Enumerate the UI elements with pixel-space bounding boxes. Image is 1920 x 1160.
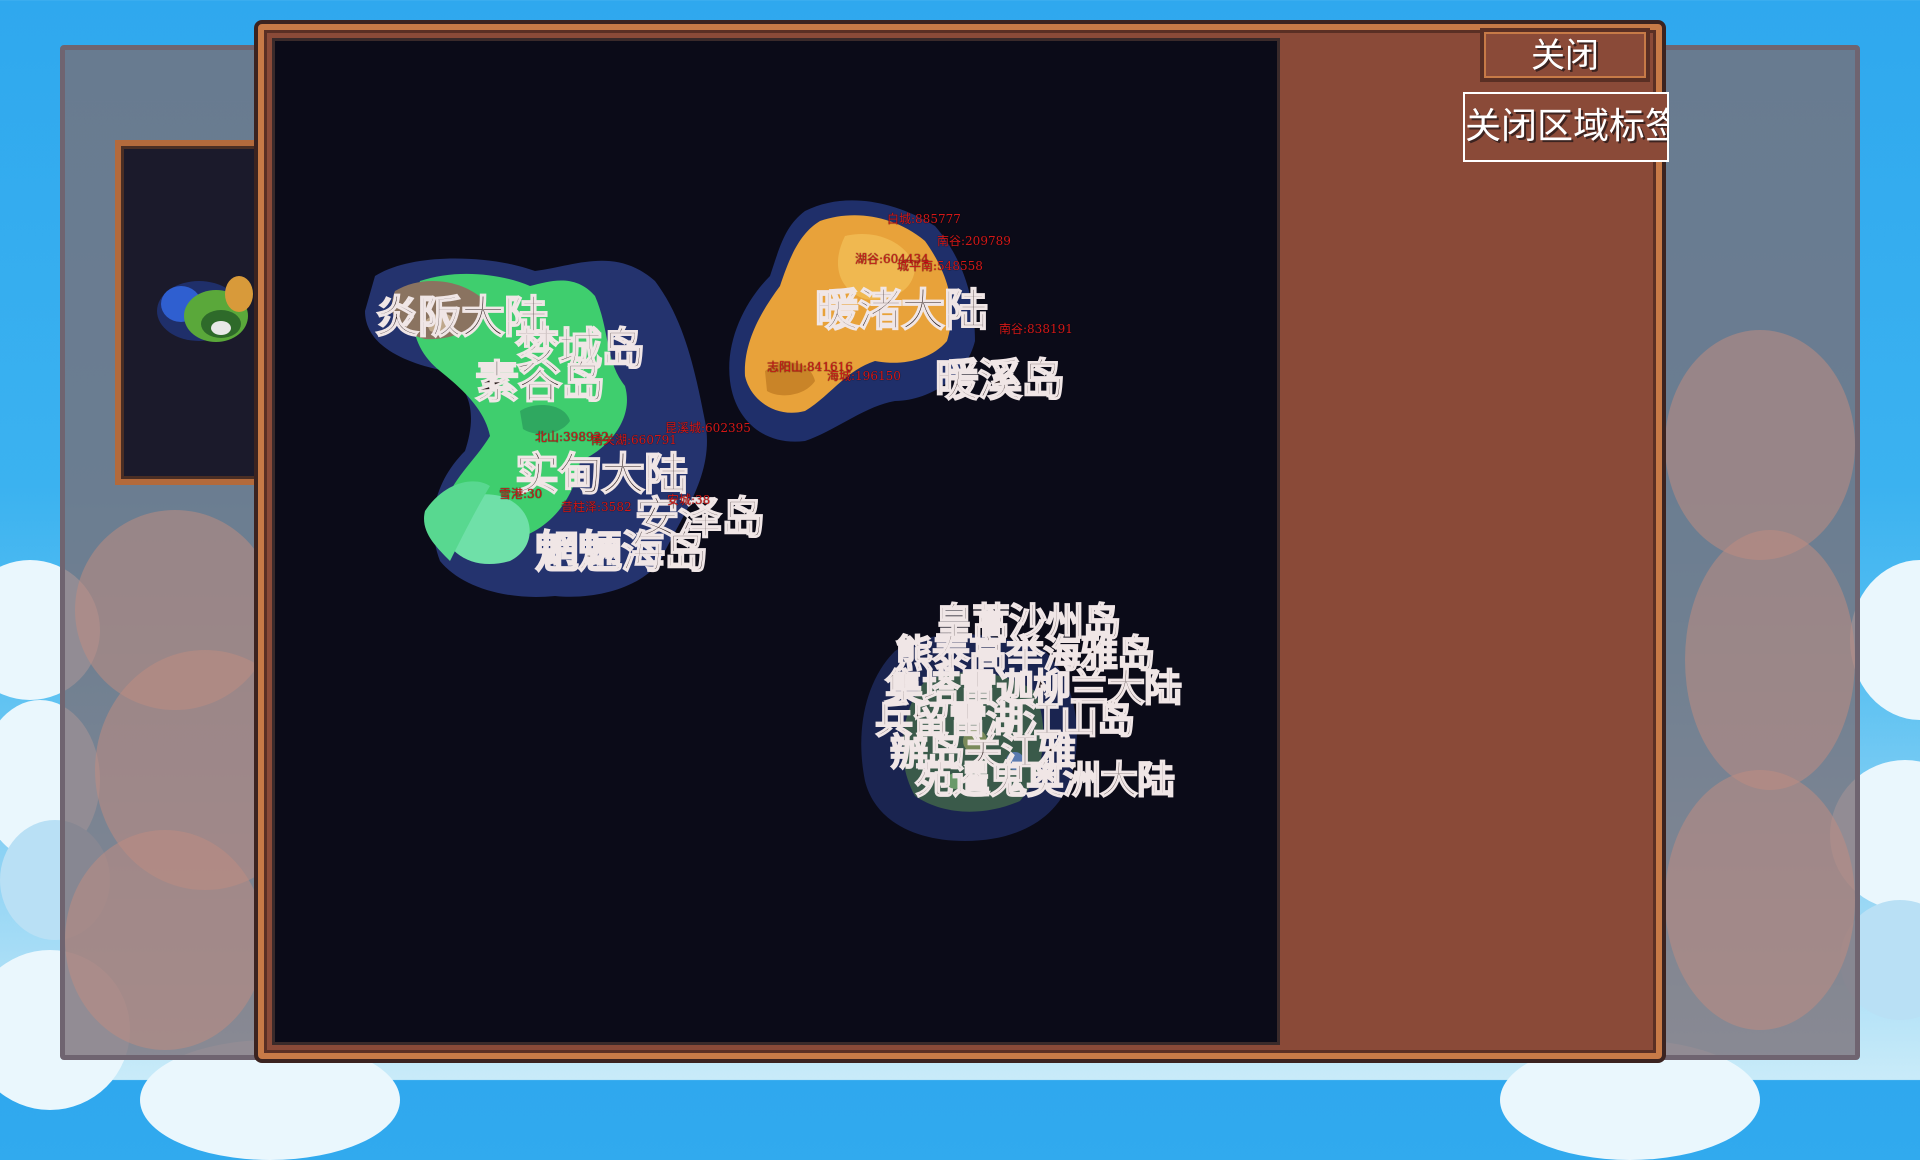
region-label-sugu[interactable]: 素谷岛	[474, 360, 606, 406]
city-label[interactable]: 昔柱泽:3582	[561, 501, 632, 513]
city-label[interactable]: 南谷:209789	[937, 235, 1011, 247]
cloud-puff	[65, 830, 265, 1050]
city-label[interactable]: 昆溪城:602395	[665, 422, 751, 434]
cloud	[1850, 560, 1920, 720]
minimap-island	[157, 276, 253, 342]
cloud-puff	[1665, 770, 1855, 1030]
close-button[interactable]: 关闭	[1480, 28, 1650, 82]
city-label[interactable]: 安城:38	[667, 494, 710, 506]
city-label[interactable]: 南谷:838191	[999, 323, 1073, 335]
city-label[interactable]: 南关湖:660791	[591, 434, 677, 446]
region-label-nuanxi[interactable]: 暖溪岛	[934, 358, 1066, 404]
city-label[interactable]: 白城:885777	[887, 213, 961, 225]
city-label[interactable]: 雪港:30	[499, 488, 542, 500]
city-label[interactable]: 海城:196150	[827, 370, 901, 382]
region-label-nuanzhu[interactable]: 暖渚大陆	[814, 288, 989, 334]
city-label[interactable]: 城平南:548558	[897, 260, 983, 272]
minimap-thumbnail[interactable]	[115, 140, 275, 485]
cloud-puff	[1685, 530, 1855, 790]
close-region-labels-button[interactable]: 关闭区域标签	[1463, 92, 1669, 162]
region-label-moxuan[interactable]: 魍魎海岛	[534, 530, 709, 576]
world-map-terrain	[365, 200, 1077, 841]
region-label-cluster-6[interactable]: 苑暹鬼奥洲大陆	[914, 760, 1176, 800]
cloud-puff	[1665, 330, 1855, 560]
world-map-canvas[interactable]: 炎阪大陆 梦城岛 素谷岛 暖渚大陆 暖溪岛 实甸大陆 安泽岛 魍魎海岛 皇蒿沙州…	[272, 38, 1280, 1045]
